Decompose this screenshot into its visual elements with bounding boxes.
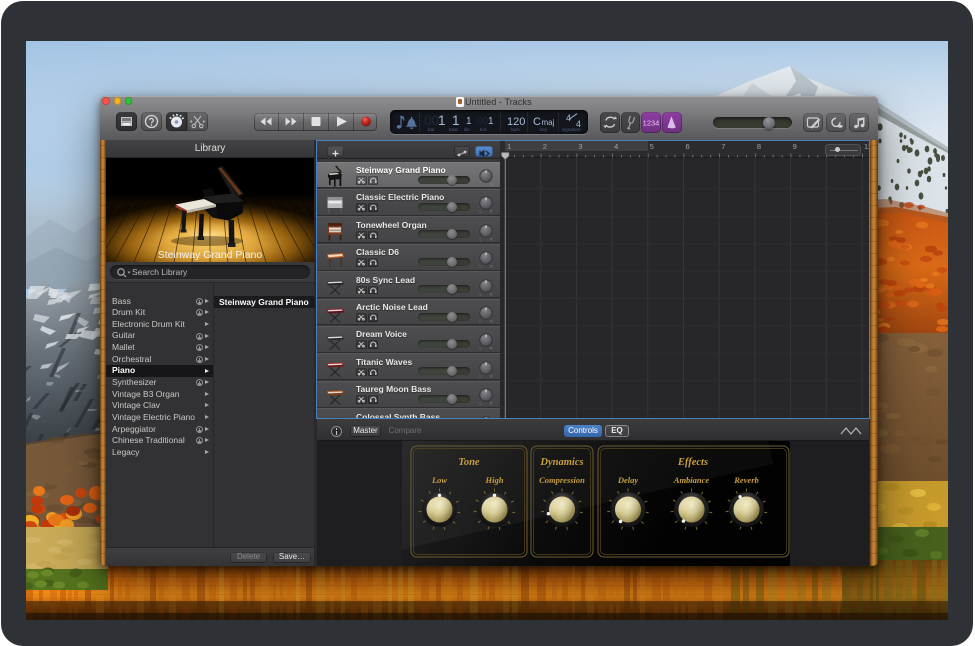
svg-text:L: L bbox=[480, 265, 482, 269]
svg-text:L: L bbox=[480, 374, 482, 378]
svg-text:L: L bbox=[480, 237, 482, 241]
svg-text:Effects: Effects bbox=[677, 457, 708, 468]
svg-text:Steinway Grand Piano: Steinway Grand Piano bbox=[158, 249, 263, 261]
svg-text:L: L bbox=[480, 292, 482, 296]
svg-text:L: L bbox=[480, 210, 482, 214]
svg-text:R: R bbox=[490, 374, 493, 378]
svg-text:R: R bbox=[490, 347, 493, 351]
svg-text:R: R bbox=[490, 292, 493, 296]
svg-text:Dynamics: Dynamics bbox=[539, 457, 583, 468]
svg-text:Reverb: Reverb bbox=[733, 475, 759, 485]
svg-text:L: L bbox=[480, 402, 482, 406]
svg-text:R: R bbox=[490, 402, 493, 406]
svg-text:L: L bbox=[480, 320, 482, 324]
svg-text:Ambiance: Ambiance bbox=[673, 475, 710, 485]
svg-text:R: R bbox=[490, 320, 493, 324]
svg-text:R: R bbox=[490, 210, 493, 214]
svg-text:R: R bbox=[490, 265, 493, 269]
svg-text:1234: 1234 bbox=[643, 119, 660, 128]
svg-text:R: R bbox=[490, 237, 493, 241]
svg-text:High: High bbox=[485, 475, 504, 485]
svg-text:Low: Low bbox=[431, 475, 447, 485]
svg-text:Tone: Tone bbox=[458, 457, 480, 468]
svg-text:Compression: Compression bbox=[539, 475, 585, 485]
svg-text:L: L bbox=[480, 347, 482, 351]
svg-text:Delay: Delay bbox=[617, 475, 639, 485]
svg-text:L: L bbox=[480, 183, 482, 187]
svg-text:R: R bbox=[490, 183, 493, 187]
